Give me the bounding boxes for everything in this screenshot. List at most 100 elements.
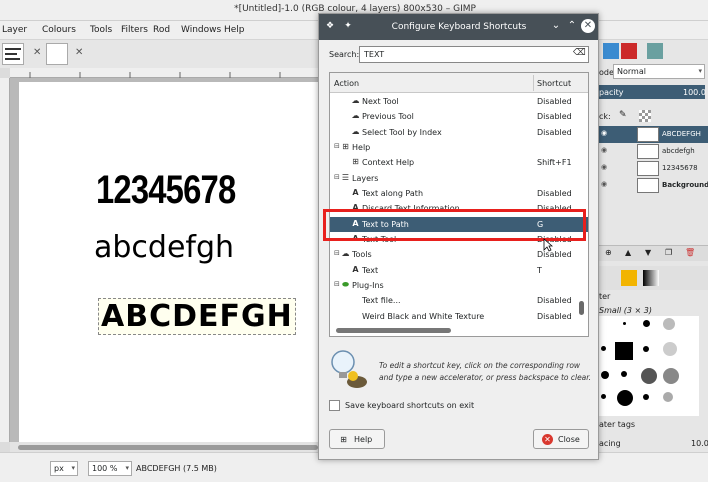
image-tab-thumbnail[interactable] (2, 43, 24, 65)
delete-layer-icon[interactable]: 🗑 (685, 248, 695, 257)
search-input[interactable] (359, 46, 589, 63)
dialog-titlebar: ❖ ✦ Configure Keyboard Shortcuts ⌄ ⌃ ✕ (319, 14, 598, 40)
brush-cell[interactable] (621, 371, 627, 377)
collapse-icon[interactable]: ⊟ (334, 280, 340, 288)
layer-row[interactable]: ◉ ABCDEFGH (599, 126, 708, 143)
shortcut-value: Disabled (537, 112, 572, 121)
layer-name: Background (662, 181, 708, 189)
tree-vertical-scrollbar[interactable] (576, 93, 586, 323)
close-icon[interactable]: ✕ (581, 19, 595, 33)
menu-help[interactable]: Help (224, 25, 245, 35)
alpha-lock-icon[interactable] (639, 110, 651, 122)
tree-horizontal-scrollbar[interactable] (334, 326, 574, 334)
shortcut-group-row[interactable]: ⊟ ☰ Layers (330, 171, 588, 186)
eye-icon[interactable]: ◉ (601, 163, 607, 171)
action-label: Context Help (362, 158, 415, 167)
brush-cell[interactable] (601, 371, 609, 379)
mouse-cursor-icon (543, 238, 553, 252)
menu-tools[interactable]: Tools (90, 25, 112, 35)
brush-cell[interactable] (641, 368, 657, 384)
shortcut-row[interactable]: ☁ Select Tool by Index Disabled (330, 125, 588, 140)
menu-rod[interactable]: Rod (153, 25, 170, 35)
save-shortcuts-label[interactable]: Save keyboard shortcuts on exit (345, 401, 474, 410)
collapse-icon[interactable]: ⊟ (334, 249, 340, 257)
ruler-horizontal[interactable] (10, 68, 318, 78)
menu-filters[interactable]: Filters (121, 25, 148, 35)
brush-grid[interactable] (599, 316, 699, 416)
layer-row[interactable]: ◉ 12345678 (599, 160, 708, 177)
layer-down-icon[interactable]: ▼ (645, 248, 651, 257)
brush-cell[interactable] (601, 394, 606, 399)
brush-cell[interactable] (663, 392, 673, 402)
close-button[interactable]: ✕ Close (533, 429, 589, 449)
shortcut-group-row[interactable]: ⊟ ⊞ Help (330, 140, 588, 155)
eye-icon[interactable]: ◉ (601, 146, 607, 154)
shortcut-row[interactable]: A Text along Path Disabled (330, 186, 588, 201)
save-shortcuts-checkbox[interactable] (329, 400, 340, 411)
menu-windows[interactable]: Windows (181, 25, 221, 35)
spacing-value[interactable]: 10.0 (691, 439, 708, 448)
gradients-icon[interactable] (643, 270, 659, 286)
shortcut-row[interactable]: ☁ Next Tool Disabled (330, 94, 588, 109)
shortcut-row[interactable]: Weird Black and White Texture Disabled (330, 309, 588, 324)
zoom-select[interactable]: 100 % ▾ (88, 461, 132, 476)
help-icon: ⊞ (340, 435, 347, 444)
layer-mode-select[interactable]: Normal ▾ (613, 64, 705, 79)
layers-toolbar: ⊕ ▲ ▼ ❐ 🗑 (599, 245, 708, 261)
shortcuts-tree[interactable]: Action Shortcut ☁ Next Tool Disabled ☁ P… (329, 72, 589, 337)
unit-select[interactable]: px ▾ (50, 461, 78, 476)
clear-search-icon[interactable]: ⌫ (573, 48, 586, 58)
collapse-icon[interactable]: ⊟ (334, 173, 340, 181)
help-icon: ⊞ (352, 157, 359, 166)
brush-cell[interactable] (663, 318, 675, 330)
minimize-icon[interactable]: ⌄ (549, 19, 563, 33)
shortcut-row[interactable]: Text file... Disabled (330, 293, 588, 308)
collapse-icon[interactable]: ⊟ (334, 142, 340, 150)
column-action[interactable]: Action (334, 79, 359, 88)
help-button[interactable]: ⊞ Help (329, 429, 385, 449)
canvas-text-uppercase[interactable]: ABCDEFGH (98, 298, 296, 335)
close-tab-icon-2[interactable]: ✕ (75, 47, 83, 58)
maximize-icon[interactable]: ⌃ (565, 19, 579, 33)
shortcut-group-row[interactable]: ⊟ ⬬ Plug-Ins (330, 278, 588, 293)
brush-cell[interactable] (643, 394, 649, 400)
canvas-horizontal-scrollbar[interactable] (10, 442, 318, 452)
close-tab-icon[interactable]: ✕ (33, 47, 41, 58)
layer-row[interactable]: ◉ abcdefgh (599, 143, 708, 160)
brush-cell[interactable] (643, 320, 650, 327)
canvas-area[interactable]: 12345678 abcdefgh ABCDEFGH (10, 78, 318, 442)
brush-cell[interactable] (663, 368, 679, 384)
shortcut-row[interactable]: A Text T (330, 263, 588, 278)
menu-colours[interactable]: Colours (42, 25, 76, 35)
brush-cell[interactable] (615, 342, 633, 360)
canvas-text-numbers[interactable]: 12345678 (96, 168, 236, 213)
image-tab-thumbnail-2[interactable] (46, 43, 68, 65)
column-shortcut[interactable]: Shortcut (537, 79, 571, 88)
image-canvas[interactable]: 12345678 abcdefgh ABCDEFGH (19, 82, 318, 442)
layer-info: ABCDEFGH (7.5 MB) (136, 464, 217, 473)
menu-layer[interactable]: Layer (2, 25, 27, 35)
layer-up-icon[interactable]: ▲ (625, 248, 631, 257)
shortcut-row[interactable]: ⊞ Context Help Shift+F1 (330, 155, 588, 170)
canvas-text-lowercase[interactable]: abcdefgh (94, 230, 234, 265)
images-icon[interactable] (647, 43, 663, 59)
brush-cell[interactable] (643, 346, 649, 352)
device-status-icon[interactable] (603, 43, 619, 59)
brush-lock-icon[interactable]: ✎ (619, 110, 627, 120)
brush-cell[interactable] (601, 346, 606, 351)
group-label: Tools (352, 250, 372, 259)
eye-icon[interactable]: ◉ (601, 180, 607, 188)
patterns-icon[interactable] (621, 270, 637, 286)
brush-cell[interactable] (663, 342, 677, 356)
layer-row[interactable]: ◉ Background (599, 177, 708, 194)
shortcut-row[interactable]: ☁ Previous Tool Disabled (330, 109, 588, 124)
duplicate-layer-icon[interactable]: ❐ (665, 248, 672, 257)
ruler-vertical[interactable] (0, 78, 10, 442)
tool-options-icon[interactable] (621, 43, 637, 59)
eye-icon[interactable]: ◉ (601, 129, 607, 137)
opacity-slider[interactable]: pacity 100.0 (599, 85, 706, 99)
dialog-title: Configure Keyboard Shortcuts (391, 22, 527, 32)
brush-cell[interactable] (617, 390, 633, 406)
add-layer-icon[interactable]: ⊕ (605, 248, 612, 257)
brush-cell[interactable] (623, 322, 626, 325)
